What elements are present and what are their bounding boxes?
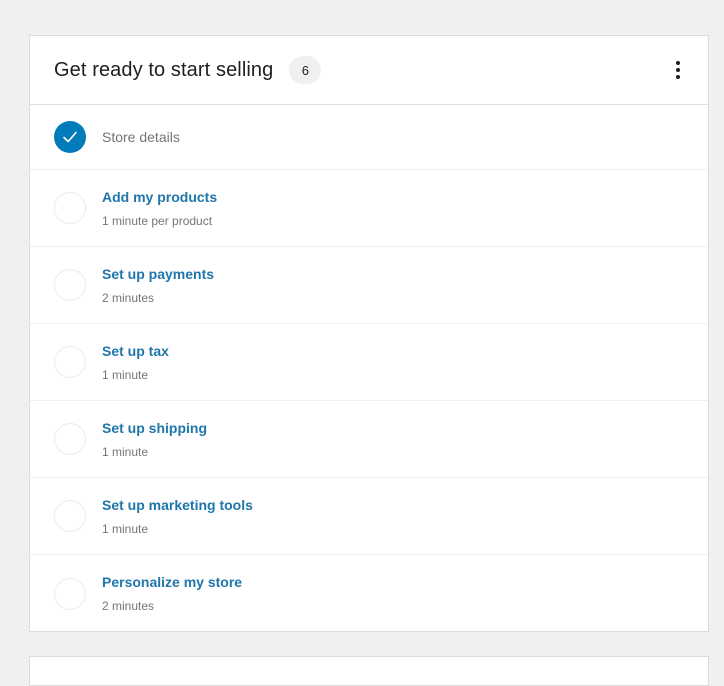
more-options-button[interactable] (666, 58, 690, 82)
more-vertical-icon-dot (676, 75, 680, 79)
task-title[interactable]: Set up payments (102, 265, 214, 283)
task-add-products[interactable]: Add my products 1 minute per product (30, 170, 708, 247)
task-set-up-marketing-tools[interactable]: Set up marketing tools 1 minute (30, 478, 708, 555)
task-text: Set up tax 1 minute (102, 342, 169, 383)
task-text: Set up marketing tools 1 minute (102, 496, 253, 537)
task-list: Store details Add my products 1 minute p… (30, 105, 708, 632)
task-title[interactable]: Add my products (102, 188, 217, 206)
task-title[interactable]: Personalize my store (102, 573, 242, 591)
card-header: Get ready to start selling 6 (30, 36, 708, 105)
empty-circle-icon (54, 269, 86, 301)
task-time-estimate: 1 minute per product (102, 213, 213, 228)
task-text: Store details (102, 128, 180, 146)
empty-circle-icon (54, 577, 86, 610)
setup-task-list-card: Get ready to start selling 6 Store detai… (29, 35, 709, 632)
task-title[interactable]: Set up marketing tools (102, 496, 253, 514)
task-title[interactable]: Set up tax (102, 342, 169, 360)
empty-circle-icon (54, 346, 86, 378)
task-time-estimate: 1 minute (102, 444, 149, 459)
task-set-up-tax[interactable]: Set up tax 1 minute (30, 324, 708, 401)
task-text: Set up payments 2 minutes (102, 265, 214, 306)
task-text: Set up shipping 1 minute (102, 419, 207, 460)
task-set-up-shipping[interactable]: Set up shipping 1 minute (30, 401, 708, 478)
task-time-estimate: 2 minutes (102, 599, 155, 613)
task-time-estimate: 2 minutes (102, 290, 155, 305)
task-text: Add my products 1 minute per product (102, 188, 217, 229)
task-text: Personalize my store 2 minutes (102, 573, 242, 614)
remaining-tasks-badge: 6 (289, 56, 322, 84)
empty-circle-icon (54, 423, 86, 455)
task-personalize-store[interactable]: Personalize my store 2 minutes (30, 555, 708, 632)
more-vertical-icon-dot (676, 68, 680, 72)
more-vertical-icon (676, 61, 680, 65)
task-store-details[interactable]: Store details (30, 105, 708, 170)
task-title: Store details (102, 129, 180, 145)
task-set-up-payments[interactable]: Set up payments 2 minutes (30, 247, 708, 324)
task-title[interactable]: Set up shipping (102, 419, 207, 437)
empty-circle-icon (54, 192, 86, 224)
next-card-edge (29, 656, 709, 686)
checkmark-icon (54, 121, 86, 153)
task-time-estimate: 1 minute (102, 367, 149, 382)
empty-circle-icon (54, 500, 86, 532)
task-time-estimate: 1 minute (102, 521, 149, 536)
card-title: Get ready to start selling (54, 58, 274, 81)
